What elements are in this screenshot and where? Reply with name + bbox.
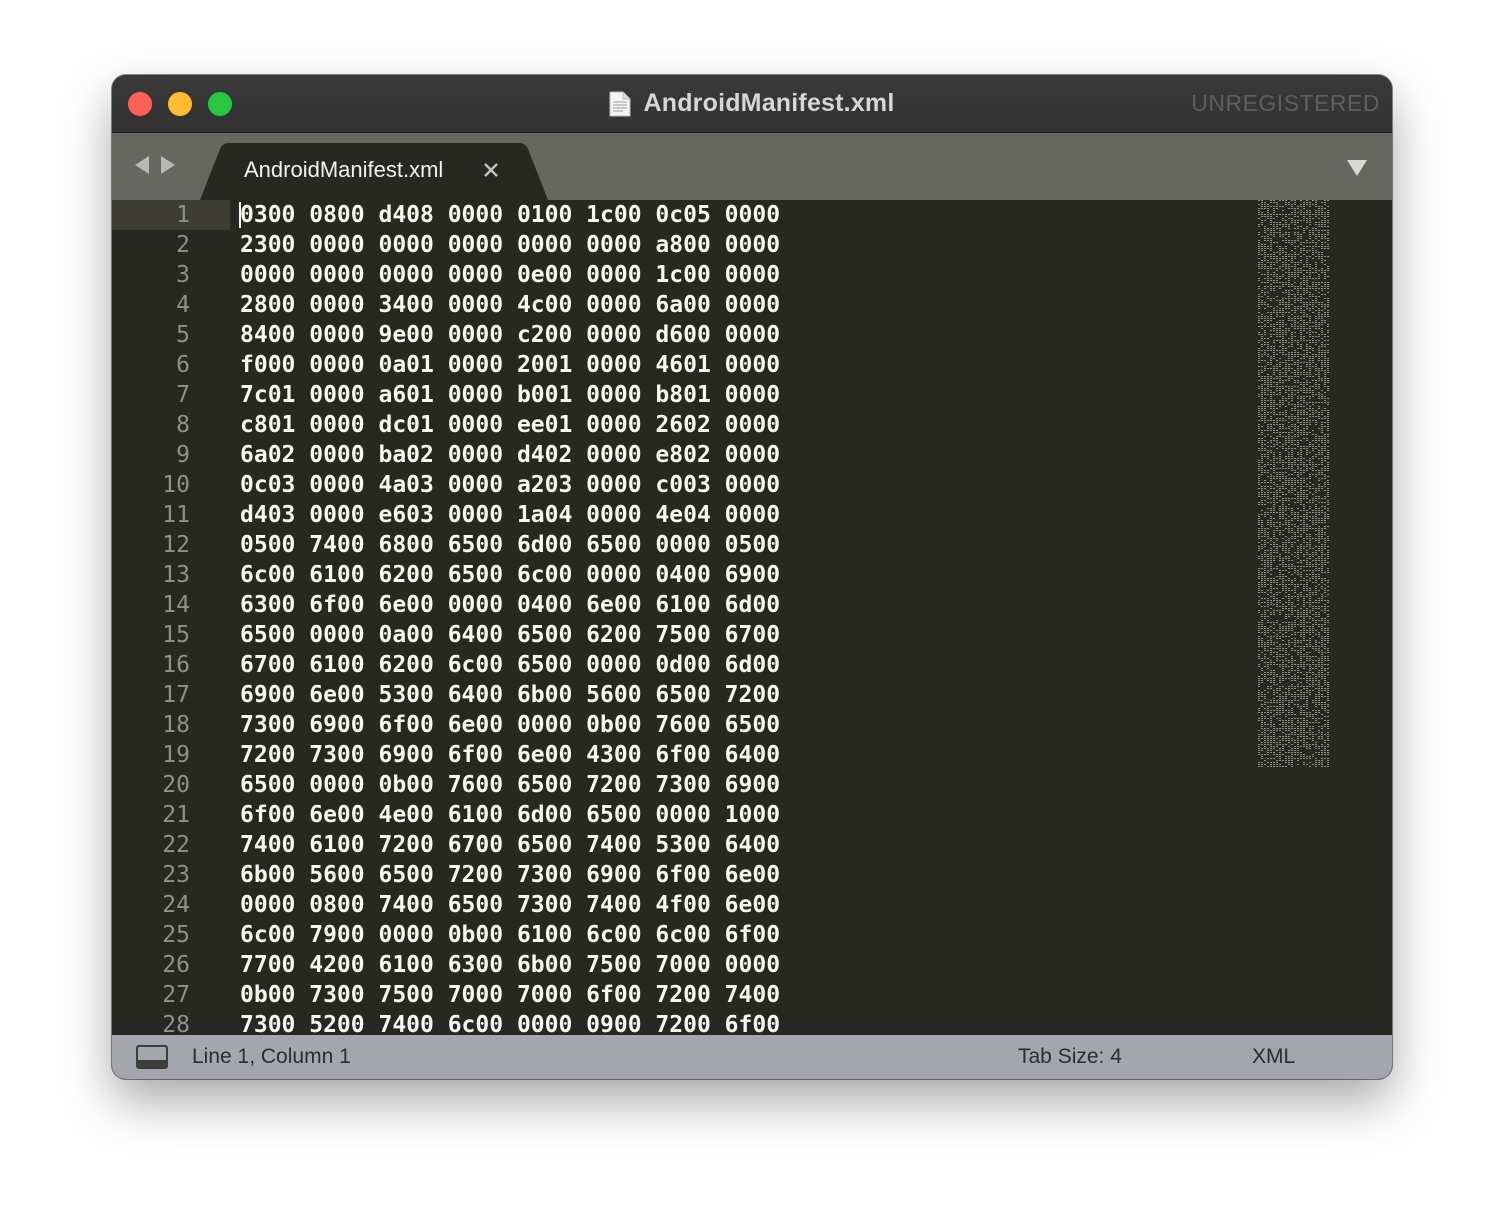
tab-androidmanifest[interactable]: AndroidManifest.xml — [200, 143, 548, 200]
tab-bar: AndroidManifest.xml — [112, 133, 1392, 200]
line-number: 25 — [162, 922, 190, 948]
code-line[interactable]: 7200 7300 6900 6f00 6e00 4300 6f00 6400 — [240, 740, 780, 770]
code-line[interactable]: 2800 0000 3400 0000 4c00 0000 6a00 0000 — [240, 290, 780, 320]
line-number: 17 — [162, 682, 190, 708]
line-number: 13 — [162, 562, 190, 588]
line-number: 4 — [176, 292, 190, 318]
minimap[interactable] — [1258, 200, 1330, 768]
arrow-right-icon[interactable] — [160, 155, 176, 180]
code-line[interactable]: 0000 0000 0000 0000 0e00 0000 1c00 0000 — [240, 260, 780, 290]
code-line[interactable]: 8400 0000 9e00 0000 c200 0000 d600 0000 — [240, 320, 780, 350]
code-line[interactable]: 6300 6f00 6e00 0000 0400 6e00 6100 6d00 — [240, 590, 780, 620]
line-number: 7 — [176, 382, 190, 408]
syntax-selector[interactable]: XML — [1252, 1045, 1295, 1069]
line-number: 15 — [162, 622, 190, 648]
editor-area[interactable]: 1 2 3 4 5 6 7 8 9 10 11 12 13 14 15 16 17 18 19 20 21 22 23 24 2… — [112, 200, 1392, 1035]
line-number: 2 — [176, 232, 190, 258]
line-number: 9 — [176, 442, 190, 468]
code-line[interactable]: 0500 7400 6800 6500 6d00 6500 0000 0500 — [240, 530, 780, 560]
code-line[interactable]: 7c01 0000 a601 0000 b001 0000 b801 0000 — [240, 380, 780, 410]
arrow-left-icon[interactable] — [134, 155, 150, 180]
line-number: 14 — [162, 592, 190, 618]
code-line[interactable]: 6b00 5600 6500 7200 7300 6900 6f00 6e00 — [240, 860, 780, 890]
tab-size-selector[interactable]: Tab Size: 4 — [1018, 1045, 1122, 1069]
code-line[interactable]: 0c03 0000 4a03 0000 a203 0000 c003 0000 — [240, 470, 780, 500]
code-line[interactable]: 6500 0000 0b00 7600 6500 7200 7300 6900 — [240, 770, 780, 800]
window-title: AndroidManifest.xml — [643, 89, 895, 117]
line-number: 6 — [176, 352, 190, 378]
line-number: 19 — [162, 742, 190, 768]
close-icon[interactable] — [480, 159, 502, 181]
line-number: 27 — [162, 982, 190, 1008]
line-number: 5 — [176, 322, 190, 348]
text-cursor — [239, 202, 241, 228]
line-number: 21 — [162, 802, 190, 828]
code-line[interactable]: 0000 0800 7400 6500 7300 7400 4f00 6e00 — [240, 890, 780, 920]
code-line[interactable]: 7700 4200 6100 6300 6b00 7500 7000 0000 — [240, 950, 780, 980]
cursor-position[interactable]: Line 1, Column 1 — [192, 1045, 351, 1069]
line-number: 23 — [162, 862, 190, 888]
line-number: 28 — [162, 1012, 190, 1035]
status-bar: Line 1, Column 1 Tab Size: 4 XML — [112, 1035, 1392, 1079]
code-line[interactable]: 6c00 7900 0000 0b00 6100 6c00 6c00 6f00 — [240, 920, 780, 950]
code-line[interactable]: 6500 0000 0a00 6400 6500 6200 7500 6700 — [240, 620, 780, 650]
code-line[interactable]: d403 0000 e603 0000 1a04 0000 4e04 0000 — [240, 500, 780, 530]
code-line[interactable]: 6a02 0000 ba02 0000 d402 0000 e802 0000 — [240, 440, 780, 470]
code-line[interactable]: 6900 6e00 5300 6400 6b00 5600 6500 7200 — [240, 680, 780, 710]
tab-navigation — [134, 155, 176, 180]
code-line[interactable]: 6f00 6e00 4e00 6100 6d00 6500 0000 1000 — [240, 800, 780, 830]
line-number: 11 — [162, 502, 190, 528]
code-line[interactable]: f000 0000 0a01 0000 2001 0000 4601 0000 — [240, 350, 780, 380]
code-line[interactable]: 0300 0800 d408 0000 0100 1c00 0c05 0000 — [240, 200, 780, 230]
code-line[interactable]: 7300 5200 7400 6c00 0000 0900 7200 6f00 — [240, 1010, 780, 1035]
code-line[interactable]: 6700 6100 6200 6c00 6500 0000 0d00 6d00 — [240, 650, 780, 680]
unregistered-label: UNREGISTERED — [1191, 90, 1380, 116]
line-number-gutter: 1 2 3 4 5 6 7 8 9 10 11 12 13 14 15 16 17 18 19 20 21 22 23 24 2… — [112, 200, 230, 1035]
line-number: 24 — [162, 892, 190, 918]
line-number: 22 — [162, 832, 190, 858]
minimize-window-button[interactable] — [168, 92, 192, 116]
code-line[interactable]: 7300 6900 6f00 6e00 0000 0b00 7600 6500 — [240, 710, 780, 740]
code-line[interactable]: 0b00 7300 7500 7000 7000 6f00 7200 7400 — [240, 980, 780, 1010]
code-line[interactable]: 6c00 6100 6200 6500 6c00 0000 0400 6900 — [240, 560, 780, 590]
line-number: 16 — [162, 652, 190, 678]
close-window-button[interactable] — [128, 92, 152, 116]
line-number: 12 — [162, 532, 190, 558]
line-number: 8 — [176, 412, 190, 438]
document-icon — [609, 91, 631, 117]
tab-label: AndroidManifest.xml — [244, 157, 444, 182]
line-number: 20 — [162, 772, 190, 798]
code-line[interactable]: c801 0000 dc01 0000 ee01 0000 2602 0000 — [240, 410, 780, 440]
line-number: 3 — [176, 262, 190, 288]
title-bar[interactable]: AndroidManifest.xml UNREGISTERED — [112, 75, 1392, 133]
editor-window: AndroidManifest.xml UNREGISTERED Android… — [112, 75, 1392, 1079]
line-number: 18 — [162, 712, 190, 738]
panel-icon[interactable] — [136, 1045, 168, 1069]
code-line[interactable]: 7400 6100 7200 6700 6500 7400 5300 6400 — [240, 830, 780, 860]
dropdown-arrow-icon[interactable] — [1346, 159, 1368, 177]
maximize-window-button[interactable] — [208, 92, 232, 116]
line-number: 10 — [162, 472, 190, 498]
line-number: 26 — [162, 952, 190, 978]
code-line[interactable]: 2300 0000 0000 0000 0000 0000 a800 0000 — [240, 230, 780, 260]
line-number: 1 — [176, 202, 190, 228]
